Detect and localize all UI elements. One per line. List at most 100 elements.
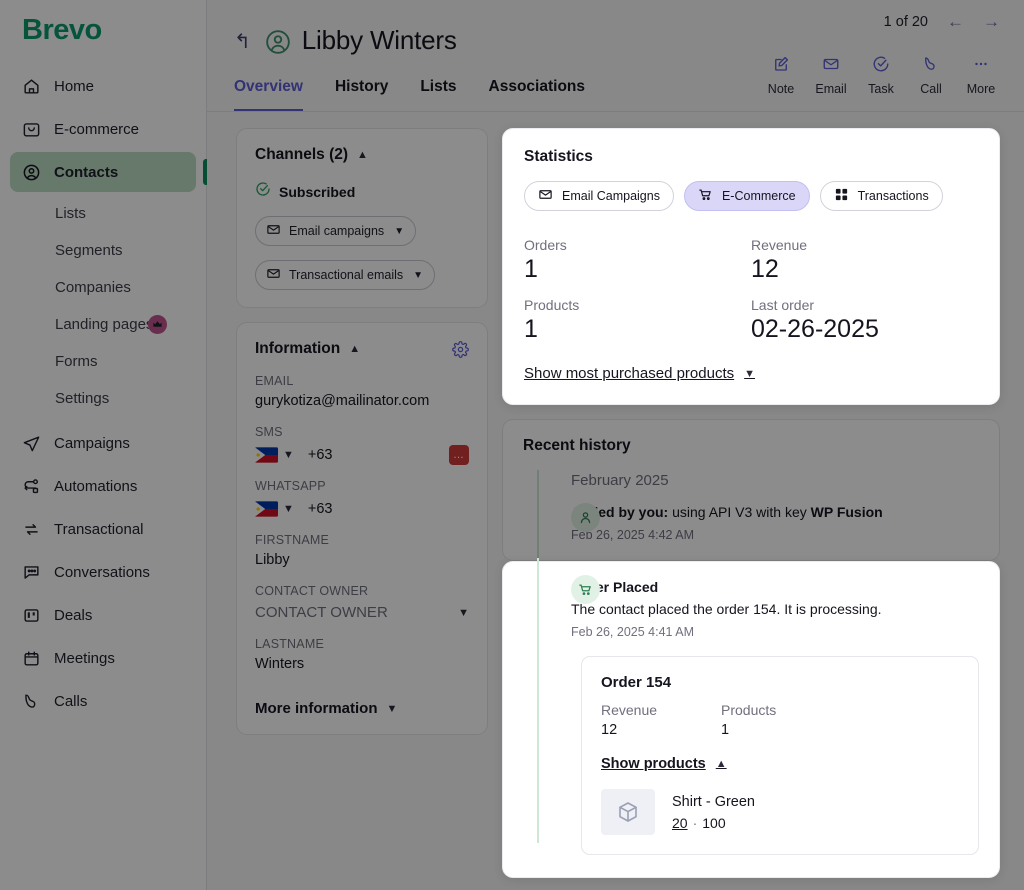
contact-header: ↰ Libby Winters 1 of 20 ← → [207, 0, 1024, 62]
product-info: Shirt - Green 20 · 100 [672, 793, 755, 831]
chevron-down-icon[interactable]: ▼ [413, 270, 423, 281]
stat-tab-ecommerce[interactable]: E-Commerce [683, 181, 810, 211]
sidebar-item-label: Deals [54, 606, 93, 624]
field-row-whatsapp: ▼ +63 [255, 501, 469, 517]
product-list-item[interactable]: Shirt - Green 20 · 100 [601, 788, 959, 835]
order-timeline: Order Placed The contact placed the orde… [523, 557, 979, 855]
app-root: Brevo Home E-commerce Contacts Lists Seg… [0, 0, 1024, 890]
sidebar-item-segments[interactable]: Segments [10, 232, 196, 268]
left-column: Channels (2) ▲ Subscribed Email campaign… [236, 128, 488, 878]
product-quantity[interactable]: 20 [672, 815, 688, 831]
channels-header[interactable]: Channels (2) ▲ [255, 146, 469, 164]
sidebar-item-transactional[interactable]: Transactional [10, 509, 196, 549]
stat-tab-label: Email Campaigns [562, 189, 660, 203]
show-products-label: Show products [601, 755, 706, 772]
sidebar-item-home[interactable]: Home [10, 66, 196, 106]
chevron-up-icon[interactable]: ▲ [349, 343, 360, 355]
sidebar-item-meetings[interactable]: Meetings [10, 638, 196, 678]
sidebar-item-campaigns[interactable]: Campaigns [10, 423, 196, 463]
show-products-toggle[interactable]: Show products ▲ [601, 756, 727, 772]
tab-label: History [334, 78, 389, 95]
order-metric-revenue: Revenue 12 [601, 702, 721, 738]
information-card: Information ▲ EMAIL gurykotiza@mailinato… [236, 322, 488, 735]
pill-label: Email campaigns [289, 224, 385, 238]
envelope-icon [266, 266, 281, 284]
channel-pill-email-campaigns[interactable]: Email campaigns ▼ [255, 216, 417, 246]
show-link-label: Show most purchased products [524, 365, 735, 382]
sidebar-item-conversations[interactable]: Conversations [10, 552, 196, 592]
metric-orders: Orders 1 [524, 224, 751, 284]
brand-logo[interactable]: Brevo [0, 0, 206, 63]
metric-value: 12 [751, 255, 779, 283]
arrow-left-icon[interactable]: ← [947, 13, 964, 30]
tab-lists[interactable]: Lists [420, 78, 456, 111]
sidebar-item-settings[interactable]: Settings [10, 380, 196, 416]
field-label-lastname: LASTNAME [255, 637, 324, 651]
sidebar-item-label: E-commerce [54, 120, 140, 138]
chevron-down-icon[interactable]: ▼ [394, 226, 404, 237]
information-header[interactable]: Information ▲ [255, 340, 469, 358]
sidebar-item-calls[interactable]: Calls [10, 681, 196, 721]
sidebar-item-deals[interactable]: Deals [10, 595, 196, 635]
product-separator: · [692, 814, 698, 831]
home-icon [22, 77, 41, 96]
field-value-sms[interactable]: +63 [308, 447, 333, 463]
sidebar-subitem-label: Segments [55, 241, 123, 259]
product-price: 100 [702, 814, 726, 831]
metric-label: Revenue [751, 237, 808, 253]
tab-history[interactable]: History [335, 78, 388, 111]
red-more-icon[interactable]: … [449, 445, 469, 465]
channels-card: Channels (2) ▲ Subscribed Email campaign… [236, 128, 488, 308]
field-value-email[interactable]: gurykotiza@mailinator.com [255, 393, 469, 409]
show-most-purchased-products-link[interactable]: Show most purchased products ▼ [524, 365, 755, 382]
more-information-toggle[interactable]: More information ▼ [255, 700, 469, 717]
sidebar-item-automations[interactable]: Automations [10, 466, 196, 506]
timeline-month-label: February 2025 [571, 472, 669, 489]
contact-avatar-icon [265, 29, 291, 55]
field-label-contact-owner: CONTACT OWNER [255, 584, 369, 598]
grid-squares-icon [834, 187, 849, 205]
tab-associations[interactable]: Associations [489, 78, 585, 111]
sidebar-item-label: Meetings [54, 649, 115, 667]
check-circle-green-icon [255, 181, 271, 202]
pill-label: Transactional emails [289, 268, 404, 282]
chevron-down-icon[interactable]: ▼ [283, 503, 294, 515]
sidebar-item-label: Contacts [54, 163, 119, 181]
chevron-up-icon[interactable]: ▲ [357, 149, 368, 161]
field-value-firstname[interactable]: Libby [255, 552, 469, 568]
order-metrics: Revenue 12 Products 1 [601, 702, 959, 738]
shopping-cart-icon [698, 187, 713, 205]
sidebar-item-forms[interactable]: Forms [10, 343, 196, 379]
sidebar-item-companies[interactable]: Companies [10, 269, 196, 305]
back-arrow-icon[interactable]: ↰ [234, 32, 251, 52]
sidebar-item-contacts[interactable]: Contacts [10, 152, 207, 192]
main-area: ↰ Libby Winters 1 of 20 ← → Note Email T… [207, 0, 1024, 890]
sidebar-item-label: Automations [54, 477, 138, 495]
contact-owner-select[interactable]: CONTACT OWNER ▼ [255, 604, 469, 621]
sidebar-item-landing-pages[interactable]: Landing pages [10, 306, 196, 342]
order-placed-card: Order Placed The contact placed the orde… [502, 557, 1000, 878]
channel-pill-transactional-emails[interactable]: Transactional emails ▼ [255, 260, 436, 290]
sidebar-item-lists[interactable]: Lists [10, 195, 196, 231]
stat-tab-transactions[interactable]: Transactions [819, 181, 943, 211]
metric-revenue: Revenue 12 [751, 224, 978, 284]
sidebar: Brevo Home E-commerce Contacts Lists Seg… [0, 0, 207, 890]
metric-label: Last order [751, 297, 815, 313]
order-event-time: Feb 26, 2025 4:41 AM [571, 624, 695, 639]
order-number: Order 154 [601, 673, 672, 691]
envelope-icon [538, 187, 553, 205]
stat-tab-email-campaigns[interactable]: Email Campaigns [524, 181, 674, 211]
more-information-label: More information [255, 700, 378, 717]
metric-value: 1 [524, 315, 538, 343]
field-value-lastname[interactable]: Winters [255, 656, 469, 672]
field-value-whatsapp[interactable]: +63 [308, 501, 333, 517]
sidebar-item-ecommerce[interactable]: E-commerce [10, 109, 196, 149]
calendar-icon [22, 649, 41, 668]
arrow-right-icon[interactable]: → [983, 13, 1000, 30]
channels-title: Channels (2) [255, 146, 349, 163]
metric-label: Orders [524, 237, 567, 253]
pagination-label: 1 of 20 [883, 13, 928, 30]
gear-icon[interactable] [452, 341, 469, 363]
chevron-down-icon[interactable]: ▼ [283, 449, 294, 461]
tab-overview[interactable]: Overview [234, 78, 303, 111]
